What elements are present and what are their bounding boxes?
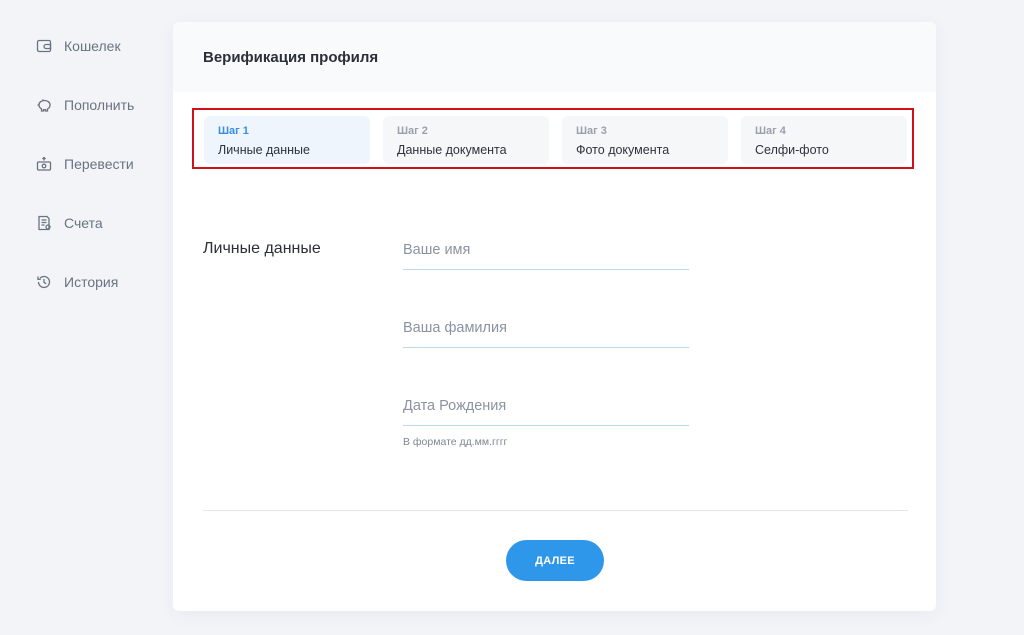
step-number: Шаг 4 (755, 125, 786, 137)
page-title: Верификация профиля (203, 48, 379, 66)
step-4-tab[interactable]: Шаг 4 Селфи-фото (741, 116, 907, 164)
step-label: Данные документа (397, 143, 507, 157)
birth-date-field-wrapper (403, 386, 689, 426)
sidebar-item-wallet[interactable]: Кошелек (36, 35, 121, 57)
sidebar-item-top-up[interactable]: Пополнить (36, 94, 134, 116)
first-name-field[interactable] (403, 230, 689, 269)
step-number: Шаг 2 (397, 125, 428, 137)
step-label: Фото документа (576, 143, 670, 157)
birth-date-hint: В формате дд.мм.гггг (403, 436, 508, 448)
piggy-bank-icon (36, 97, 52, 113)
last-name-field[interactable] (403, 308, 689, 347)
sidebar-item-label: История (64, 274, 119, 290)
steps-highlight-frame: Шаг 1 Личные данные Шаг 2 Данные докумен… (192, 108, 914, 169)
sidebar-item-transfer[interactable]: Перевести (36, 153, 134, 175)
sidebar: Кошелек Пополнить Перевести Счета Истори… (0, 0, 160, 635)
next-button[interactable]: ДАЛЕЕ (506, 540, 604, 581)
birth-date-field[interactable] (403, 386, 689, 425)
card-header: Верификация профиля (173, 22, 936, 92)
last-name-field-wrapper (403, 308, 689, 348)
step-number: Шаг 3 (576, 125, 607, 137)
step-number: Шаг 1 (218, 125, 249, 137)
step-2-tab[interactable]: Шаг 2 Данные документа (383, 116, 549, 164)
sidebar-item-label: Перевести (64, 156, 134, 172)
section-title: Личные данные (203, 240, 321, 257)
verification-card: Верификация профиля Шаг 1 Личные данные … (173, 22, 936, 611)
step-3-tab[interactable]: Шаг 3 Фото документа (562, 116, 728, 164)
sidebar-item-accounts[interactable]: Счета (36, 212, 103, 234)
wallet-icon (36, 38, 52, 54)
sidebar-item-label: Пополнить (64, 97, 135, 113)
divider (203, 510, 908, 511)
step-label: Селфи-фото (755, 143, 829, 157)
history-icon (36, 274, 52, 290)
sidebar-item-label: Кошелек (64, 38, 121, 54)
invoice-icon (36, 215, 52, 231)
sidebar-item-history[interactable]: История (36, 271, 118, 293)
step-1-tab[interactable]: Шаг 1 Личные данные (204, 116, 370, 164)
step-label: Личные данные (218, 143, 310, 157)
first-name-field-wrapper (403, 230, 689, 270)
sidebar-item-label: Счета (64, 215, 103, 231)
money-transfer-icon (36, 156, 52, 172)
